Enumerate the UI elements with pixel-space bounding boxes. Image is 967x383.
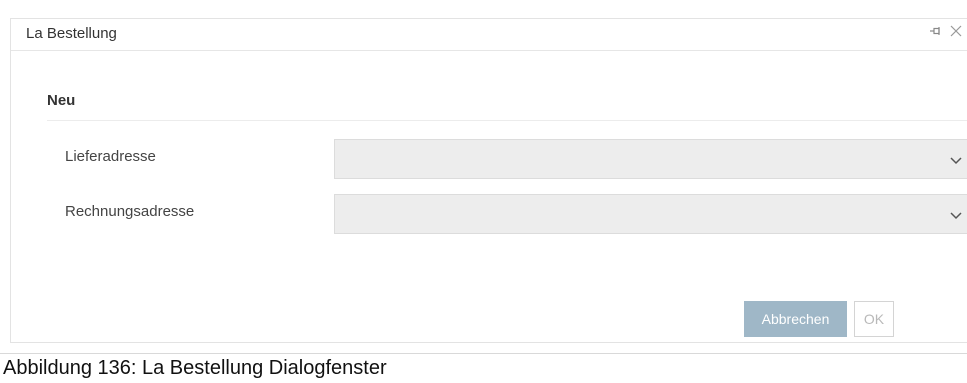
chevron-down-icon[interactable]	[949, 208, 963, 222]
figure-caption-band: Abbildung 136: La Bestellung Dialogfenst…	[0, 353, 967, 383]
dialog-titlebar: La Bestellung	[11, 19, 967, 51]
delivery-address-select[interactable]	[334, 139, 967, 179]
ok-button[interactable]: OK	[854, 301, 894, 337]
order-dialog: La Bestellung Neu Lieferadresse Rechnung…	[10, 18, 967, 343]
chevron-down-icon[interactable]	[949, 153, 963, 167]
screenshot-stage: La Bestellung Neu Lieferadresse Rechnung…	[0, 0, 967, 383]
section-title: Neu	[47, 92, 76, 109]
cancel-button[interactable]: Abbrechen	[744, 301, 847, 337]
delivery-address-label: Lieferadresse	[65, 148, 156, 165]
figure-caption: Abbildung 136: La Bestellung Dialogfenst…	[3, 357, 387, 379]
dialog-title: La Bestellung	[26, 25, 117, 42]
section-divider	[47, 120, 967, 121]
pin-icon[interactable]	[929, 24, 943, 38]
titlebar-actions	[929, 24, 963, 38]
close-icon[interactable]	[949, 24, 963, 38]
billing-address-select[interactable]	[334, 194, 967, 234]
billing-address-label: Rechnungsadresse	[65, 203, 195, 220]
